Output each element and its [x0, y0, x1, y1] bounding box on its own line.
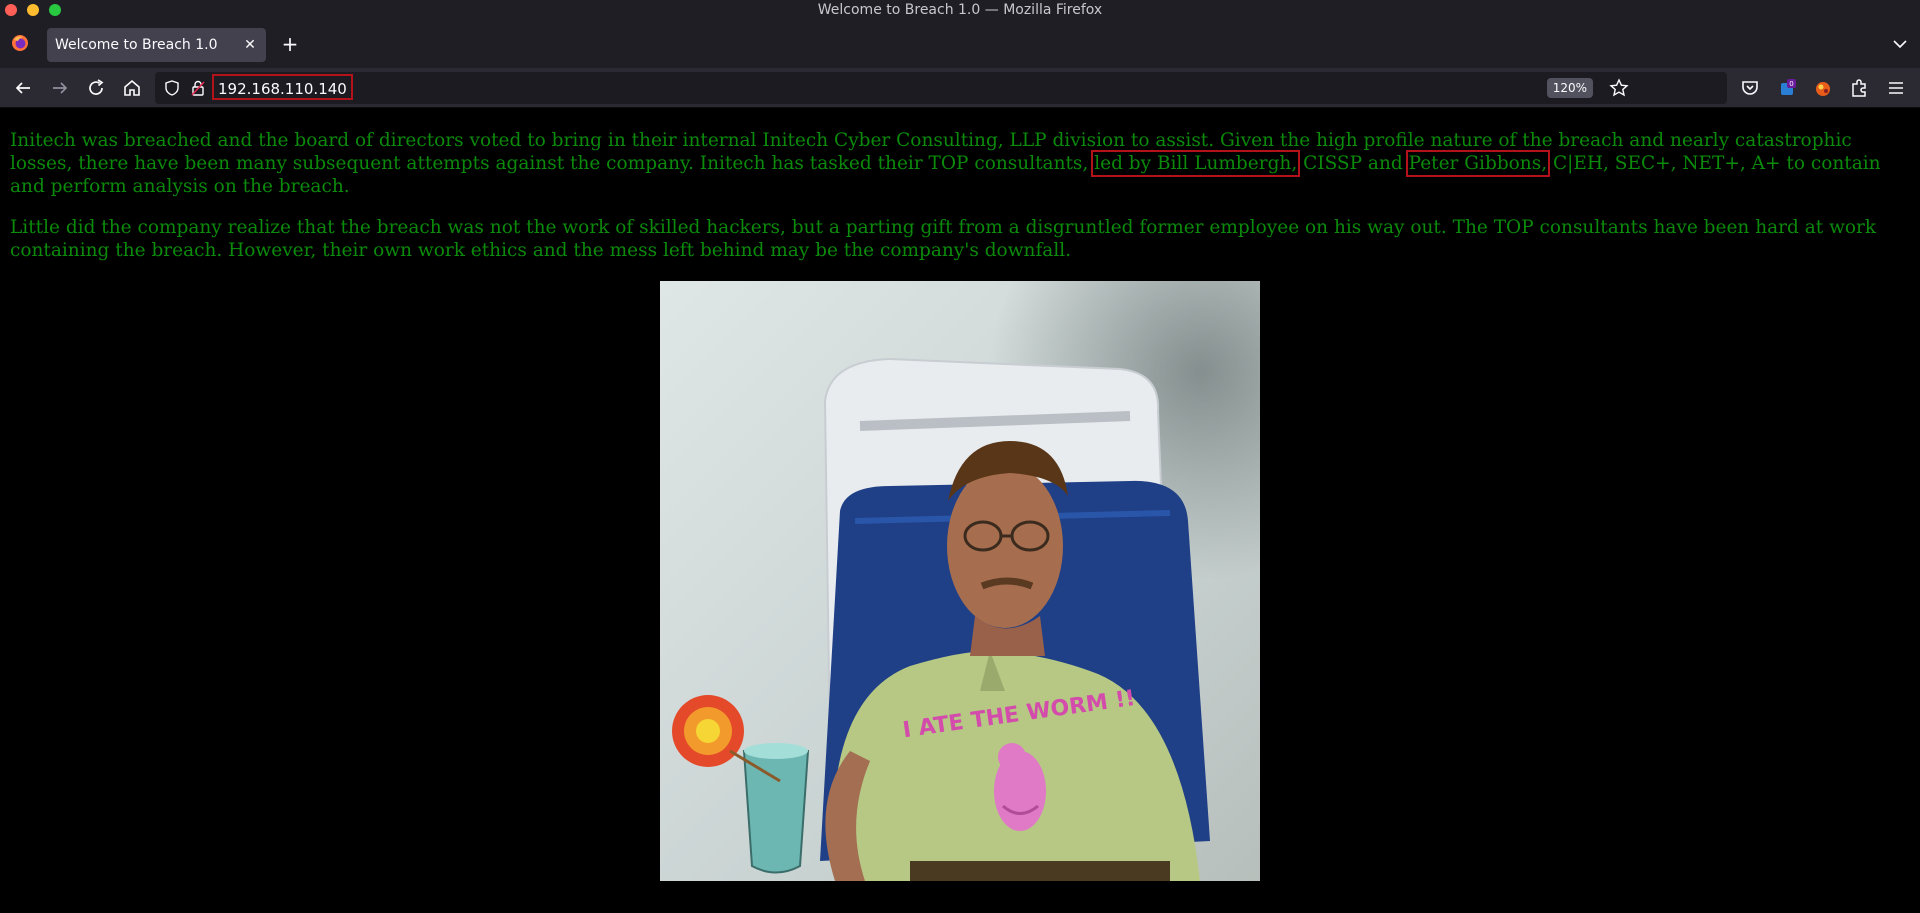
chevron-down-icon[interactable]: [1892, 36, 1908, 52]
new-tab-button[interactable]: +: [280, 34, 300, 54]
home-icon: [124, 79, 140, 96]
extensions-menu-button[interactable]: [1847, 76, 1871, 100]
tab-close-icon[interactable]: ✕: [242, 37, 258, 53]
app-menu-button[interactable]: [1884, 76, 1908, 100]
reload-icon: [89, 79, 104, 95]
home-button[interactable]: [120, 76, 144, 100]
forward-button[interactable]: [48, 76, 72, 100]
tab-welcome[interactable]: Welcome to Breach 1.0 ✕: [47, 28, 266, 62]
extension-icon: [1816, 82, 1830, 96]
badge-count: 0: [1789, 80, 1793, 88]
firefox-logo-icon[interactable]: [11, 34, 29, 52]
minimize-window-button[interactable]: [27, 4, 39, 16]
window-titlebar: Welcome to Breach 1.0 — Mozilla Firefox: [0, 0, 1920, 20]
intro-paragraph: Initech was breached and the board of di…: [0, 129, 1920, 198]
highlight-bill-lumbergh: led by Bill Lumbergh,: [1091, 150, 1301, 177]
tracking-shield-icon[interactable]: [163, 79, 181, 97]
milton-beach-photo: I ATE THE WORM !!: [660, 281, 1260, 881]
url-bar[interactable]: 192.168.110.140 120%: [155, 72, 1727, 104]
tab-title: Welcome to Breach 1.0: [55, 37, 218, 53]
forward-icon: [53, 82, 68, 94]
back-button[interactable]: [11, 76, 35, 100]
bookmark-star-icon[interactable]: [1609, 78, 1629, 98]
window-title: Welcome to Breach 1.0 — Mozilla Firefox: [817, 2, 1103, 18]
extension-button[interactable]: [1811, 76, 1835, 100]
url-text[interactable]: 192.168.110.140: [212, 74, 353, 100]
pocket-button[interactable]: [1738, 76, 1762, 100]
pocket-icon: [1742, 81, 1758, 95]
navigation-toolbar: 192.168.110.140 120% 0: [0, 68, 1920, 108]
reload-button[interactable]: [84, 76, 108, 100]
maximize-window-button[interactable]: [49, 4, 61, 16]
container-icon: 0: [1781, 79, 1796, 95]
close-window-button[interactable]: [5, 4, 17, 16]
tab-strip: Welcome to Breach 1.0 ✕ +: [0, 20, 1920, 68]
back-icon: [15, 82, 30, 94]
puzzle-icon: [1852, 79, 1866, 97]
insecure-lock-icon[interactable]: [189, 79, 207, 97]
zoom-level-badge[interactable]: 120%: [1546, 78, 1593, 98]
story-paragraph: Little did the company realize that the …: [10, 217, 1877, 261]
container-extension-button[interactable]: 0: [1775, 76, 1799, 100]
intro-text-2: CISSP and: [1303, 153, 1403, 174]
menu-icon: [1889, 82, 1903, 94]
page-content: Initech was breached and the board of di…: [0, 108, 1920, 913]
highlight-peter-gibbons: Peter Gibbons,: [1405, 150, 1551, 177]
